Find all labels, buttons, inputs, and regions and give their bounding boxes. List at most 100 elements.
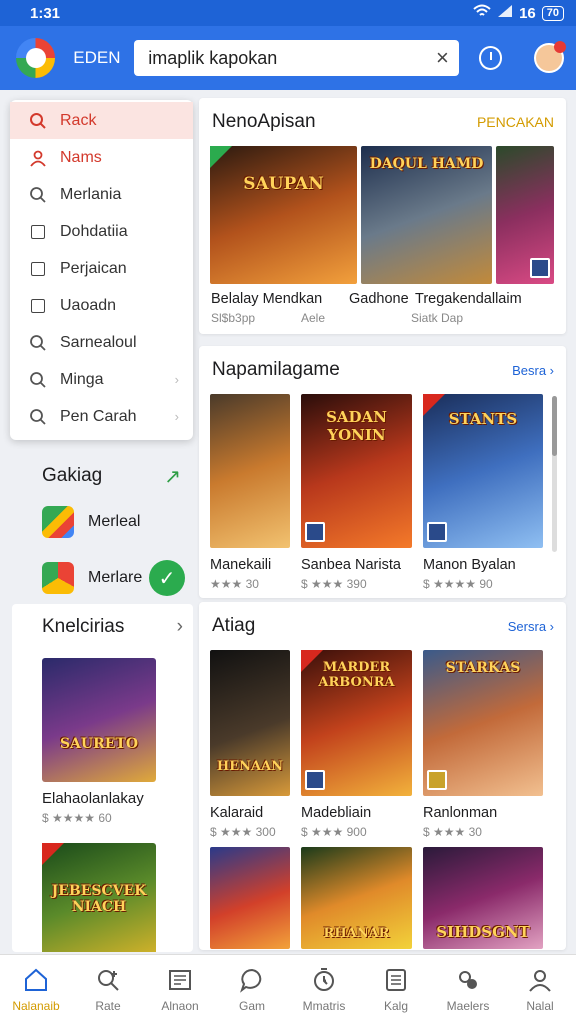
controller-icon [455,967,481,993]
game-art[interactable]: JEBESCVEK NIACH [42,843,156,952]
scrollbar[interactable] [552,396,557,552]
search-bar[interactable]: × [134,40,459,76]
nav-label: Kalg [383,998,409,1013]
game-art[interactable]: SAURETO [42,658,156,782]
platform-badge-icon [305,522,325,542]
nav-item-mmatris[interactable]: Mmatris [288,955,360,1024]
knelcirias-header[interactable]: Knelcirias › [12,604,193,638]
game-art[interactable]: SAUPAN [210,146,357,284]
nav-item-nalal[interactable]: Nalal [504,955,576,1024]
timer-icon [311,967,337,993]
search-input[interactable] [148,47,436,69]
menu-item-label: Minga [60,370,104,388]
arrow-icon[interactable]: ↗ [164,464,181,489]
game-art[interactable] [210,847,290,949]
app-row-merleal[interactable]: Merleal [10,494,193,550]
status-right-text: 16 [519,4,536,22]
section-header: Napamilagame Besra › [199,346,566,394]
art-logo-text: JEBESCVEK NIACH [51,883,147,915]
section-atiag: Atiag Sersra › HENAAN Kalaraid $ ★★★ 300… [199,602,566,950]
avatar[interactable] [534,41,566,73]
nav-label: Alnaon [161,998,199,1013]
close-icon[interactable]: × [436,45,449,71]
chevron-right-icon: › [174,409,179,424]
platform-badge-icon [427,770,447,790]
nav-item-home[interactable]: Nalanaib [0,955,72,1024]
menu-item-rack[interactable]: Rack [10,102,193,139]
menu-item-label: Nams [60,148,102,166]
section-header: Atiag Sersra › [199,602,566,650]
library-icon [167,967,193,993]
nav-label: Nalanaib [12,998,60,1013]
signal-icon [497,4,513,22]
game-tile[interactable]: Manekaili ★★★ 30 [210,394,290,591]
menu-item-label: Pen Carah [60,407,137,425]
game-title: Kalaraid [210,805,264,821]
game-rating: $ ★★★★ 60 [42,811,112,825]
game-sub: Aele [301,311,326,325]
knelcirias-title: Knelcirias [42,616,125,637]
art-logo-text: DAQUL HAMD [369,156,484,172]
menu-item-uaoadn[interactable]: Uaoadn [10,287,193,324]
menu-item-dohdatiia[interactable]: Dohdatiia [10,213,193,250]
bottom-navigation: Nalanaib Rate Alnaon Gam Mmatris Kalg Ma… [0,954,576,1024]
game-title: Gadhone [349,291,409,307]
game-rating: ★★★ 30 [210,577,259,591]
menu-item-minga[interactable]: Minga › [10,361,193,398]
menu-item-label: Perjaican [60,259,127,277]
menu-item-pen-carah[interactable]: Pen Carah › [10,398,193,435]
nav-item-kalg[interactable]: Kalg [360,955,432,1024]
game-art[interactable] [496,146,554,284]
art-logo-text: RHANAR [323,926,390,941]
menu-item-merlania[interactable]: Merlania [10,176,193,213]
nav-item-maelers[interactable]: Maelers [432,955,504,1024]
platform-badge-icon [305,770,325,790]
gakiag-panel: Gakiag ↗ Merleal Merlare ✓ [10,444,193,606]
art-logo-text: SADAN YONIN [326,408,387,444]
game-art[interactable]: RHANAR [301,847,412,949]
section-header: NenoApisan PENCAKAN [199,98,566,146]
section-title: NenoApisan [212,111,316,132]
game-art: STARKAS [423,650,543,796]
nav-label: Rate [95,998,121,1013]
nav-item-alnaon[interactable]: Alnaon [144,955,216,1024]
game-tile[interactable]: MARDER ARBONRA Madebliain $ ★★★ 900 [301,650,412,839]
game-tile[interactable]: STARKAS Ranlonman $ ★★★ 30 [423,650,543,839]
search-icon [28,334,48,352]
game-art[interactable]: SIHDSGNT [423,847,543,949]
app-logo-icon[interactable] [16,38,56,78]
menu-item-perjaican[interactable]: Perjaican [10,250,193,287]
section-link[interactable]: Sersra › [508,619,554,634]
clock-icon[interactable] [478,46,503,70]
game-art [210,394,290,548]
section-link[interactable]: PENCAKAN [477,114,554,130]
game-tile[interactable]: SADAN YONIN Sanbea Narista $ ★★★ 390 [301,394,412,591]
game-art: HENAAN [210,650,290,796]
checkbox-icon [28,298,48,313]
featured-row: SAUPAN DAQUL HAMD [199,146,566,284]
game-art[interactable]: DAQUL HAMD [361,146,492,284]
game-rating: $ ★★★ 390 [301,577,367,591]
notification-dot [554,41,566,53]
section-link[interactable]: Besra › [512,363,554,378]
check-icon[interactable]: ✓ [149,560,185,596]
game-grid: Manekaili ★★★ 30 SADAN YONIN Sanbea Nari… [199,394,566,591]
battery-icon: 70 [541,5,564,21]
game-grid: RHANAR SIHDSGNT [199,847,566,949]
search-icon [28,112,48,130]
game-art: MARDER ARBONRA [301,650,412,796]
menu-item-nams[interactable]: Nams [10,139,193,176]
search-icon [28,371,48,389]
art-logo-text: SAUPAN [243,174,324,194]
app-row-merlare[interactable]: Merlare ✓ [10,550,193,606]
chevron-right-icon: › [176,616,183,637]
game-tile[interactable]: STANTS Manon Byalan $ ★★★★ 90 [423,394,543,591]
menu-item-sarnealoul[interactable]: Sarnealoul [10,324,193,361]
art-logo-text: MARDER ARBONRA [318,660,395,690]
subcaption-row: Sl$b3pp Aele Siatk Dap [199,307,566,325]
gakiag-title: Gakiag [42,465,103,486]
nav-item-gam[interactable]: Gam [216,955,288,1024]
menu-item-label: Sarnealoul [60,333,137,351]
nav-item-rate[interactable]: Rate [72,955,144,1024]
game-tile[interactable]: HENAAN Kalaraid $ ★★★ 300 [210,650,290,839]
